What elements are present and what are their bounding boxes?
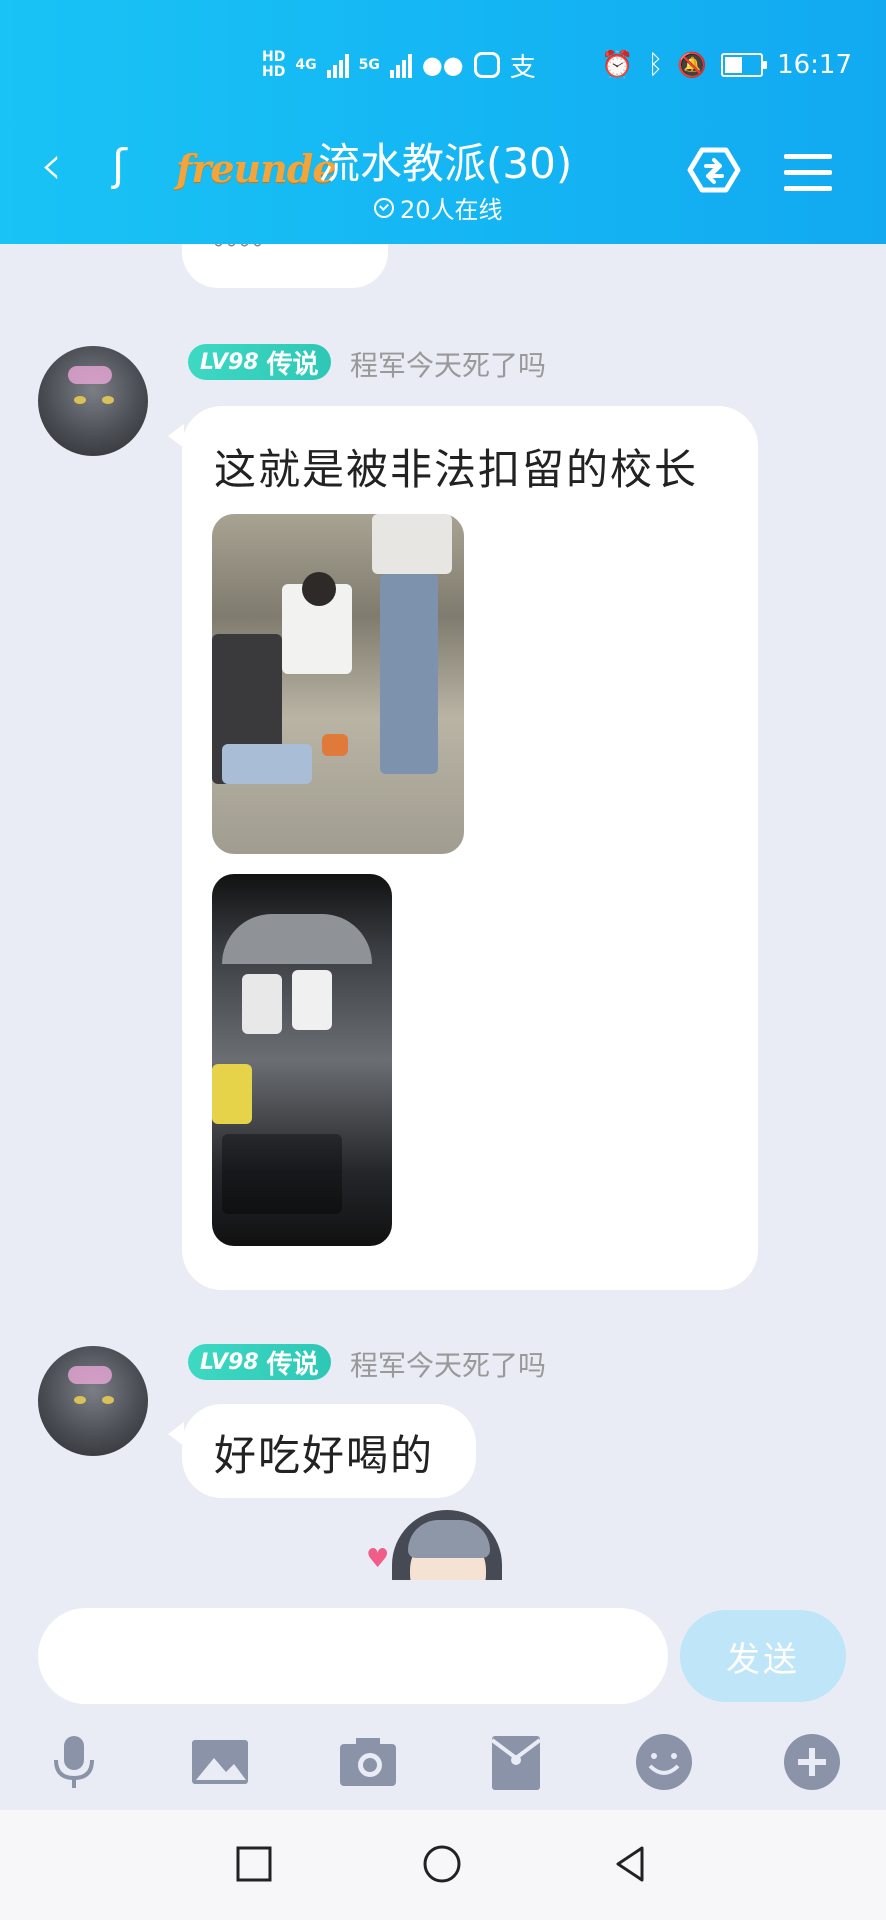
back-button[interactable]: ‹ bbox=[40, 138, 80, 198]
alarm-icon: ⏰ bbox=[601, 50, 634, 80]
message-image[interactable] bbox=[212, 874, 392, 1246]
signal-icon bbox=[326, 52, 349, 78]
online-check-icon bbox=[374, 197, 394, 218]
back-nav-button[interactable] bbox=[610, 1844, 650, 1884]
nav-bar: ‹ ʃ freunde 流水教派(30) 20人在线 bbox=[0, 110, 886, 240]
emoji-icon[interactable] bbox=[632, 1730, 696, 1794]
system-nav-bar bbox=[0, 1810, 886, 1920]
menu-icon[interactable] bbox=[784, 154, 832, 194]
signal-icon-2 bbox=[389, 52, 412, 78]
status-bar: HD HD 4G 5G ●● 支 ⏰ ᛒ 🔕 16:17 bbox=[0, 40, 886, 90]
app-notification-icon bbox=[473, 52, 500, 78]
bluetooth-icon: ᛒ bbox=[647, 50, 664, 80]
hd-indicator: HD HD bbox=[262, 50, 285, 80]
mic-icon[interactable] bbox=[42, 1730, 106, 1794]
network-type-2: 5G bbox=[358, 56, 380, 73]
previous-message-bubble[interactable] bbox=[182, 244, 388, 288]
wechat-icon: ●● bbox=[421, 51, 464, 79]
rank-title: 传说 bbox=[266, 349, 319, 380]
sender-name[interactable]: 程军今天死了吗 bbox=[350, 1344, 546, 1384]
input-bar: 发送 bbox=[0, 1590, 886, 1720]
message-text: 这就是被非法扣留的校长 bbox=[214, 445, 699, 494]
group-logo: freunde bbox=[176, 146, 337, 191]
member-count: (30) bbox=[486, 139, 573, 188]
sticker-image[interactable] bbox=[386, 1510, 536, 1580]
home-button[interactable] bbox=[422, 1844, 462, 1884]
clock: 16:17 bbox=[777, 50, 852, 80]
input-toolbar bbox=[0, 1720, 886, 1810]
hd2-label: HD bbox=[262, 64, 286, 80]
red-packet-icon[interactable] bbox=[484, 1730, 548, 1794]
rank-title: 传说 bbox=[266, 1349, 319, 1380]
alipay-icon: 支 bbox=[509, 52, 536, 83]
mute-icon: 🔕 bbox=[677, 51, 708, 79]
earpiece-mode-icon[interactable]: ʃ bbox=[112, 140, 127, 191]
level-badge: LV98 传说 bbox=[188, 1344, 331, 1380]
chat-area[interactable]: LV98 传说 程军今天死了吗 这就是被非法扣留的校长 LV98 传说 程军今天… bbox=[0, 244, 886, 1590]
plus-icon[interactable] bbox=[780, 1730, 844, 1794]
battery-icon bbox=[721, 53, 768, 77]
app-header: HD HD 4G 5G ●● 支 ⏰ ᛒ 🔕 16:17 ‹ ʃ freunde… bbox=[0, 0, 886, 244]
level-label: LV98 bbox=[200, 1349, 259, 1375]
message-text: 好吃好喝的 bbox=[214, 1431, 435, 1480]
send-button[interactable]: 发送 bbox=[680, 1610, 846, 1702]
network-type-1: 4G bbox=[295, 56, 317, 73]
sender-name[interactable]: 程军今天死了吗 bbox=[350, 344, 546, 384]
message-input[interactable] bbox=[38, 1608, 668, 1704]
online-status: 20人在线 bbox=[374, 190, 503, 225]
recent-apps-button[interactable] bbox=[234, 1844, 274, 1884]
group-name: 流水教派 bbox=[318, 139, 487, 188]
online-count: 20人在线 bbox=[400, 196, 503, 224]
camera-icon[interactable] bbox=[336, 1730, 400, 1794]
group-switch-icon[interactable] bbox=[684, 144, 744, 196]
avatar[interactable] bbox=[38, 1346, 148, 1456]
level-badge: LV98 传说 bbox=[188, 344, 331, 380]
message-image[interactable] bbox=[212, 514, 464, 854]
group-title[interactable]: 流水教派(30) bbox=[318, 130, 572, 191]
level-label: LV98 bbox=[200, 349, 259, 375]
hd1-label: HD bbox=[262, 49, 286, 65]
avatar[interactable] bbox=[38, 346, 148, 456]
image-icon[interactable] bbox=[188, 1730, 252, 1794]
